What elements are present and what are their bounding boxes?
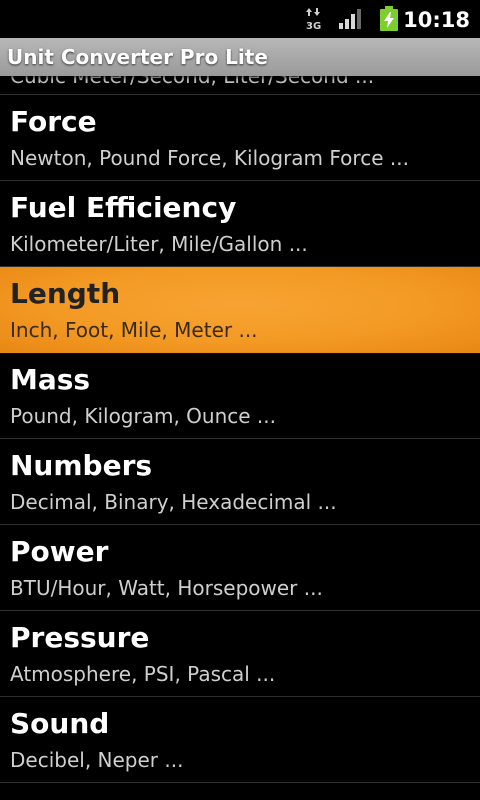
list-item-subtitle: Atmosphere, PSI, Pascal ...: [10, 662, 276, 686]
list-item-subtitle: Pound, Kilogram, Ounce ...: [10, 404, 277, 428]
list-item-numbers[interactable]: Numbers Decimal, Binary, Hexadecimal ...: [0, 439, 480, 525]
list-item-title: Numbers: [10, 449, 153, 482]
list-item-power[interactable]: Power BTU/Hour, Watt, Horsepower ...: [0, 525, 480, 611]
list-item-title: Length: [10, 277, 121, 310]
list-item-sound[interactable]: Sound Decibel, Neper ...: [0, 697, 480, 783]
list-item-force[interactable]: Force Newton, Pound Force, Kilogram Forc…: [0, 95, 480, 181]
list-item-title: Mass: [10, 363, 91, 396]
list-item-mass[interactable]: Mass Pound, Kilogram, Ounce ...: [0, 353, 480, 439]
list-item-subtitle: Kilometer/Liter, Mile/Gallon ...: [10, 232, 308, 256]
list-item-partial[interactable]: Cubic Meter/Second, Liter/Second ...: [0, 76, 480, 95]
list-item-title: Power: [10, 535, 109, 568]
list-item-title: Sound: [10, 707, 110, 740]
list-item-fuel-efficiency[interactable]: Fuel Efficiency Kilometer/Liter, Mile/Ga…: [0, 181, 480, 267]
status-time: 10:18: [403, 8, 470, 32]
status-bar: 3G 10:18: [0, 0, 480, 38]
list-item-subtitle: BTU/Hour, Watt, Horsepower ...: [10, 576, 323, 600]
list-item-pressure[interactable]: Pressure Atmosphere, PSI, Pascal ...: [0, 611, 480, 697]
data-arrows-icon: 3G: [306, 8, 321, 31]
list-item-subtitle: Decimal, Binary, Hexadecimal ...: [10, 490, 337, 514]
list-item-subtitle: Decibel, Neper ...: [10, 748, 184, 772]
category-list[interactable]: Cubic Meter/Second, Liter/Second ... For…: [0, 76, 480, 800]
app-title-bar: Unit Converter Pro Lite: [0, 38, 480, 76]
battery-charging-icon: [380, 6, 398, 31]
list-item-length[interactable]: Length Inch, Foot, Mile, Meter ...: [0, 267, 480, 353]
list-item-subtitle: Newton, Pound Force, Kilogram Force ...: [10, 146, 409, 170]
network-type-label: 3G: [306, 21, 321, 31]
signal-strength-icon: [339, 9, 361, 29]
list-item-title: Force: [10, 105, 97, 138]
list-item-title: Fuel Efficiency: [10, 191, 237, 224]
list-item-title: Pressure: [10, 621, 150, 654]
list-item-subtitle: Cubic Meter/Second, Liter/Second ...: [10, 76, 375, 88]
app-title: Unit Converter Pro Lite: [7, 45, 268, 69]
list-item-subtitle: Inch, Foot, Mile, Meter ...: [10, 318, 258, 342]
